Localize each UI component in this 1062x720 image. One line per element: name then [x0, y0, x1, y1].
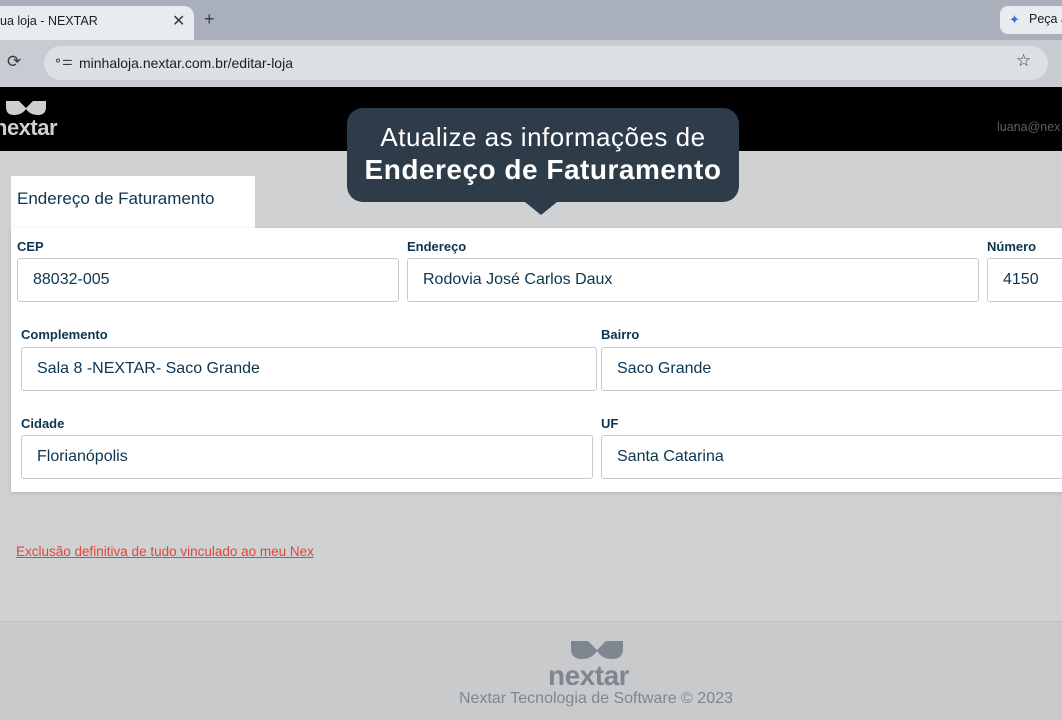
section-title: Endereço de Faturamento [17, 189, 215, 208]
address-bar: ⟳ ⚬⚌ minhaloja.nextar.com.br/editar-loja… [0, 40, 1062, 87]
tooltip-line1: Atualize as informações de [380, 122, 706, 152]
cidade-input[interactable] [21, 435, 593, 479]
user-email[interactable]: luana@nex [997, 120, 1060, 134]
footer-logo-text: nextar [548, 660, 630, 691]
url-field[interactable]: ⚬⚌ minhaloja.nextar.com.br/editar-loja ☆ [44, 46, 1048, 80]
cep-label: CEP [17, 239, 44, 254]
numero-input[interactable] [987, 258, 1062, 302]
footer-logo-icon [571, 641, 623, 659]
bairro-label: Bairro [601, 327, 640, 342]
browser-tab[interactable]: ua loja - NEXTAR ✕ [0, 6, 194, 40]
tooltip-line2: Endereço de Faturamento [364, 154, 722, 185]
footer: nextar Nextar Tecnologia de Software © 2… [0, 621, 1062, 720]
logo-text[interactable]: nextar [0, 115, 58, 141]
side-tab[interactable]: ✦ Peça a [1000, 6, 1062, 34]
uf-input[interactable] [601, 435, 1062, 479]
plus-icon[interactable]: + [204, 9, 215, 30]
bairro-input[interactable] [601, 347, 1062, 391]
numero-label: Número [987, 239, 1037, 254]
footer-copyright: Nextar Tecnologia de Software © 2023 [459, 690, 733, 707]
browser-tab-title: ua loja - NEXTAR [0, 14, 98, 28]
browser-tab-strip: ua loja - NEXTAR ✕ + ✦ Peça a [0, 0, 1062, 40]
bookmark-star-icon[interactable]: ☆ [1016, 51, 1031, 71]
cidade-label: Cidade [21, 416, 65, 431]
url-text[interactable]: minhaloja.nextar.com.br/editar-loja [79, 55, 293, 71]
endereco-input[interactable] [407, 258, 979, 302]
delete-account-link[interactable]: Exclusão definitiva de tudo vinculado ao… [16, 544, 314, 559]
reload-icon[interactable]: ⟳ [7, 52, 21, 72]
tooltip-arrow [525, 202, 557, 215]
side-tab-label: Peça a [1029, 12, 1062, 26]
uf-label: UF [601, 416, 619, 431]
billing-address-form: CEP Endereço Número Complemento Bairro C… [11, 228, 1062, 492]
close-icon[interactable]: ✕ [172, 11, 185, 31]
complemento-label: Complemento [21, 327, 108, 342]
sparkle-icon: ✦ [1009, 12, 1020, 27]
endereco-label: Endereço [407, 239, 467, 254]
tooltip-callout: Atualize as informações de Endereço de F… [347, 108, 739, 215]
complemento-input[interactable] [21, 347, 597, 391]
section-tab: Endereço de Faturamento [11, 176, 255, 232]
site-info-icon[interactable]: ⚬⚌ [53, 54, 73, 68]
cep-input[interactable] [17, 258, 399, 302]
